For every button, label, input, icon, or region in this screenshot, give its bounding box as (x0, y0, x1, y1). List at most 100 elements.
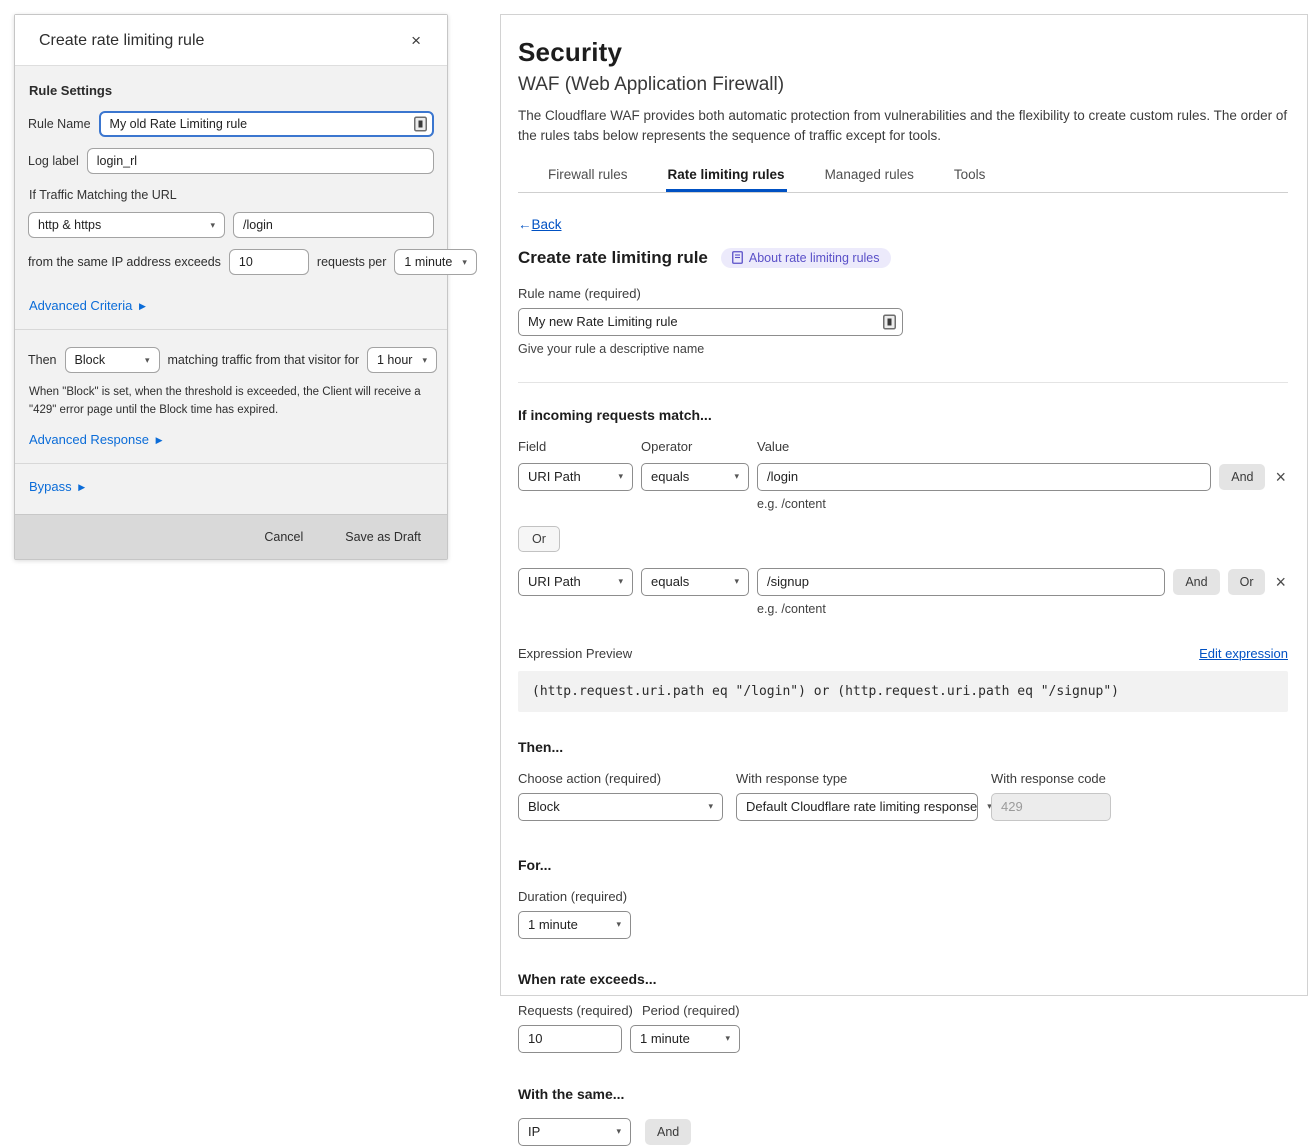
close-icon[interactable]: × (409, 32, 423, 49)
then-section: Then... Choose action (required) Block ▾… (518, 739, 1288, 821)
rate-section: When rate exceeds... Requests (required)… (518, 971, 1288, 1053)
operator-column-label: Operator (641, 439, 749, 454)
match-row: URI Path ▾ equals ▾ And × (518, 463, 1288, 491)
chevron-down-icon: ▾ (422, 356, 427, 365)
value-input[interactable] (757, 463, 1211, 491)
tab-managed-rules[interactable]: Managed rules (823, 161, 916, 192)
action-select[interactable]: Block ▾ (65, 347, 160, 373)
requests-label: Requests (required) (518, 1003, 622, 1018)
action-select[interactable]: Block ▾ (518, 793, 723, 821)
triangle-right-icon: ▶ (156, 435, 163, 445)
exceeds-suffix-text: requests per (317, 255, 386, 269)
chevron-down-icon: ▾ (210, 221, 215, 230)
scheme-select[interactable]: http & https ▾ (28, 212, 225, 238)
requests-input[interactable] (518, 1025, 622, 1053)
or-connector-button[interactable]: Or (518, 526, 560, 552)
advanced-response-link[interactable]: Advanced Response ▶ (29, 432, 163, 447)
waf-description: The Cloudflare WAF provides both automat… (518, 106, 1288, 147)
tab-rate-limiting-rules[interactable]: Rate limiting rules (666, 161, 787, 192)
url-input[interactable] (233, 212, 434, 238)
chevron-down-icon: ▾ (462, 258, 467, 267)
operator-select[interactable]: equals ▾ (641, 463, 749, 491)
block-duration-select[interactable]: 1 hour ▾ (367, 347, 437, 373)
create-rule-heading: Create rate limiting rule (518, 248, 708, 268)
then-suffix-text: matching traffic from that visitor for (168, 353, 360, 367)
choose-action-label: Choose action (required) (518, 771, 723, 786)
modal-title: Create rate limiting rule (39, 32, 204, 50)
log-label-label: Log label (28, 154, 79, 168)
back-link[interactable]: ←Back (518, 217, 562, 232)
period-label: Period (required) (642, 1003, 740, 1018)
for-section: For... Duration (required) 1 minute ▾ (518, 857, 1288, 939)
exceeds-prefix-text: from the same IP address exceeds (28, 255, 221, 269)
match-heading: If incoming requests match... (518, 407, 1288, 423)
value-input[interactable] (757, 568, 1165, 596)
advanced-criteria-link[interactable]: Advanced Criteria ▶ (29, 298, 146, 313)
chevron-down-icon: ▾ (616, 920, 621, 929)
chevron-down-icon: ▾ (618, 472, 623, 481)
chevron-down-icon: ▾ (734, 577, 739, 586)
chevron-down-icon: ▾ (616, 1127, 621, 1136)
chevron-down-icon: ▾ (145, 356, 150, 365)
save-as-draft-button[interactable]: Save as Draft (345, 530, 421, 544)
waf-tab-bar: Firewall rules Rate limiting rules Manag… (518, 161, 1288, 193)
and-connector-button[interactable]: And (1173, 569, 1219, 595)
rule-name-help: Give your rule a descriptive name (518, 342, 1288, 356)
field-column-label: Field (518, 439, 633, 454)
bypass-link[interactable]: Bypass ▶ (29, 479, 85, 494)
block-note-text: When "Block" is set, when the threshold … (29, 384, 433, 420)
section-divider (518, 382, 1288, 383)
chevron-down-icon: ▾ (618, 577, 623, 586)
field-select[interactable]: URI Path ▾ (518, 568, 633, 596)
same-heading: With the same... (518, 1086, 1288, 1102)
page-title: Security (518, 37, 1288, 68)
triangle-right-icon: ▶ (78, 482, 85, 492)
autofill-icon[interactable] (414, 117, 427, 132)
doc-icon (732, 251, 743, 264)
log-label-input[interactable] (87, 148, 434, 174)
response-code-label: With response code (991, 771, 1111, 786)
expression-preview-label: Expression Preview (518, 646, 632, 661)
for-heading: For... (518, 857, 1288, 873)
then-section: Then Block ▾ matching traffic from that … (15, 329, 447, 463)
about-rate-limiting-badge[interactable]: About rate limiting rules (721, 248, 891, 268)
rule-settings-section: Rule Settings Rule Name Log label If Tra… (15, 66, 447, 329)
then-heading: Then... (518, 739, 1288, 755)
requests-input[interactable] (229, 249, 309, 275)
security-waf-panel: Security WAF (Web Application Firewall) … (500, 14, 1308, 996)
rule-name-input[interactable] (99, 111, 434, 137)
remove-row-icon[interactable]: × (1273, 468, 1288, 486)
response-type-select[interactable]: Default Cloudflare rate limiting respons… (736, 793, 978, 821)
rule-settings-heading: Rule Settings (29, 83, 434, 98)
same-section: With the same... IP ▾ And (518, 1086, 1288, 1146)
add-characteristic-and-button[interactable]: And (645, 1119, 691, 1145)
rule-name-input[interactable] (518, 308, 903, 336)
rate-period-select[interactable]: 1 minute ▾ (630, 1025, 740, 1053)
autofill-icon[interactable] (883, 314, 896, 329)
match-row: URI Path ▾ equals ▾ And Or × (518, 568, 1288, 596)
value-column-label: Value (757, 439, 789, 454)
or-connector-button[interactable]: Or (1228, 569, 1266, 595)
tab-firewall-rules[interactable]: Firewall rules (546, 161, 630, 192)
back-arrow-icon: ← (518, 217, 532, 232)
remove-row-icon[interactable]: × (1273, 573, 1288, 591)
traffic-match-label: If Traffic Matching the URL (29, 188, 434, 202)
duration-label: Duration (required) (518, 889, 1288, 904)
page-subtitle: WAF (Web Application Firewall) (518, 74, 1288, 96)
duration-select[interactable]: 1 minute ▾ (518, 911, 631, 939)
value-hint: e.g. /content (757, 497, 1288, 511)
and-connector-button[interactable]: And (1219, 464, 1265, 490)
field-select[interactable]: URI Path ▾ (518, 463, 633, 491)
rule-name-label: Rule name (required) (518, 286, 1288, 301)
edit-expression-link[interactable]: Edit expression (1199, 646, 1288, 661)
rule-name-label: Rule Name (28, 117, 91, 131)
chevron-down-icon: ▾ (734, 472, 739, 481)
expression-code: (http.request.uri.path eq "/login") or (… (518, 671, 1288, 712)
operator-select[interactable]: equals ▾ (641, 568, 749, 596)
tab-tools[interactable]: Tools (952, 161, 988, 192)
cancel-button[interactable]: Cancel (264, 530, 303, 544)
then-label: Then (28, 353, 57, 367)
characteristic-select[interactable]: IP ▾ (518, 1118, 631, 1146)
period-select[interactable]: 1 minute ▾ (394, 249, 476, 275)
chevron-down-icon: ▾ (725, 1034, 730, 1043)
